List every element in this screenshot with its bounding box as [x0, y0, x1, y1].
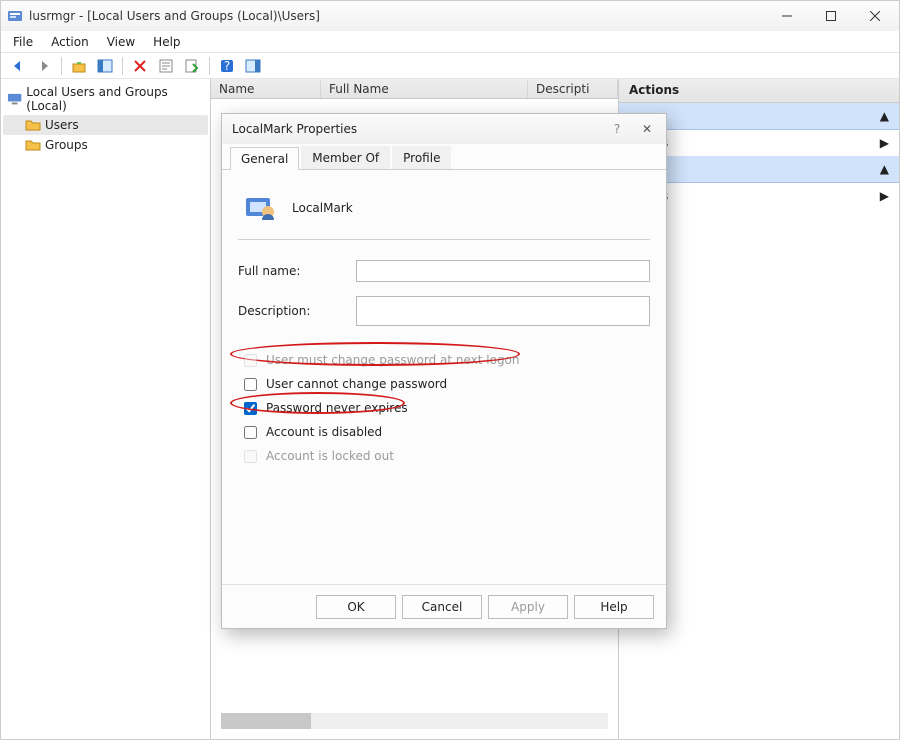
check-label: Account is disabled: [266, 425, 382, 439]
mmc-window: lusrmgr - [Local Users and Groups (Local…: [0, 0, 900, 740]
check-label: User cannot change password: [266, 377, 447, 391]
help-icon[interactable]: ?: [216, 55, 238, 77]
minimize-button[interactable]: [765, 2, 809, 30]
menu-file[interactable]: File: [5, 33, 41, 51]
dialog-tabs: General Member Of Profile: [222, 144, 666, 170]
user-icon: [242, 188, 278, 227]
check-disabled[interactable]: Account is disabled: [238, 420, 650, 444]
cancel-button[interactable]: Cancel: [402, 595, 482, 619]
fullname-input[interactable]: [356, 260, 650, 282]
description-label: Description:: [238, 304, 338, 318]
toolbar-separator: [61, 57, 62, 75]
checkbox-must-change: [244, 354, 257, 367]
dialog-body: LocalMark Full name: Description: User m…: [222, 170, 666, 584]
actions-header: Actions: [619, 79, 899, 103]
menubar: File Action View Help: [1, 31, 899, 53]
menu-view[interactable]: View: [99, 33, 143, 51]
tree-label: Groups: [45, 138, 88, 152]
toolbar-separator: [122, 57, 123, 75]
check-never-expires[interactable]: Password never expires: [238, 396, 650, 420]
dialog-close-icon[interactable]: ✕: [632, 122, 662, 136]
tree-node-users[interactable]: Users: [3, 115, 208, 135]
dialog-context-help-icon[interactable]: ?: [602, 122, 632, 136]
menu-help[interactable]: Help: [145, 33, 188, 51]
app-icon: [7, 8, 23, 24]
col-description[interactable]: Descripti: [528, 80, 618, 98]
horizontal-scrollbar[interactable]: [221, 713, 608, 729]
check-must-change: User must change password at next logon: [238, 348, 650, 372]
folder-icon: [25, 117, 41, 133]
dialog-titlebar[interactable]: LocalMark Properties ? ✕: [222, 114, 666, 144]
check-label: Account is locked out: [266, 449, 394, 463]
tree-node-groups[interactable]: Groups: [3, 135, 208, 155]
collapse-up-icon: ▲: [880, 162, 889, 176]
description-input[interactable]: [356, 296, 650, 326]
checkbox-disabled[interactable]: [244, 426, 257, 439]
checkbox-never-expires[interactable]: [244, 402, 257, 415]
tree-root[interactable]: Local Users and Groups (Local): [3, 83, 208, 115]
check-label: Password never expires: [266, 401, 408, 415]
back-button[interactable]: [7, 55, 29, 77]
maximize-button[interactable]: [809, 2, 853, 30]
col-name[interactable]: Name: [211, 80, 321, 98]
check-label: User must change password at next logon: [266, 353, 520, 367]
checkbox-locked-out: [244, 450, 257, 463]
col-fullname[interactable]: Full Name: [321, 80, 528, 98]
submenu-right-icon: ▶: [880, 136, 889, 150]
forward-button[interactable]: [33, 55, 55, 77]
list-headers: Name Full Name Descripti: [211, 79, 618, 99]
close-button[interactable]: [853, 2, 897, 30]
up-one-level-icon[interactable]: [68, 55, 90, 77]
dialog-title: LocalMark Properties: [232, 122, 602, 136]
computer-icon: [7, 91, 22, 107]
check-locked-out: Account is locked out: [238, 444, 650, 468]
properties-icon[interactable]: [155, 55, 177, 77]
export-list-icon[interactable]: [181, 55, 203, 77]
menu-action[interactable]: Action: [43, 33, 97, 51]
ok-button[interactable]: OK: [316, 595, 396, 619]
svg-text:?: ?: [224, 59, 230, 73]
properties-dialog: LocalMark Properties ? ✕ General Member …: [221, 113, 667, 629]
tab-general[interactable]: General: [230, 147, 299, 170]
scroll-thumb[interactable]: [221, 713, 311, 729]
dialog-username: LocalMark: [292, 201, 353, 215]
apply-button[interactable]: Apply: [488, 595, 568, 619]
check-cannot-change[interactable]: User cannot change password: [238, 372, 650, 396]
tab-memberof[interactable]: Member Of: [301, 146, 390, 169]
show-hide-tree-icon[interactable]: [94, 55, 116, 77]
titlebar: lusrmgr - [Local Users and Groups (Local…: [1, 1, 899, 31]
window-title: lusrmgr - [Local Users and Groups (Local…: [29, 9, 765, 23]
tree-pane: Local Users and Groups (Local) Users Gro…: [1, 79, 211, 739]
collapse-up-icon: ▲: [880, 109, 889, 123]
show-hide-action-pane-icon[interactable]: [242, 55, 264, 77]
folder-icon: [25, 137, 41, 153]
row-description: Description:: [238, 296, 650, 326]
tree-root-label: Local Users and Groups (Local): [26, 85, 204, 113]
row-fullname: Full name:: [238, 260, 650, 282]
tree-label: Users: [45, 118, 79, 132]
tab-profile[interactable]: Profile: [392, 146, 451, 169]
delete-icon[interactable]: [129, 55, 151, 77]
toolbar-separator: [209, 57, 210, 75]
dialog-buttons: OK Cancel Apply Help: [222, 584, 666, 628]
submenu-right-icon: ▶: [880, 189, 889, 203]
help-button[interactable]: Help: [574, 595, 654, 619]
fullname-label: Full name:: [238, 264, 338, 278]
checkbox-cannot-change[interactable]: [244, 378, 257, 391]
user-header: LocalMark: [238, 182, 650, 240]
toolbar: ?: [1, 53, 899, 79]
